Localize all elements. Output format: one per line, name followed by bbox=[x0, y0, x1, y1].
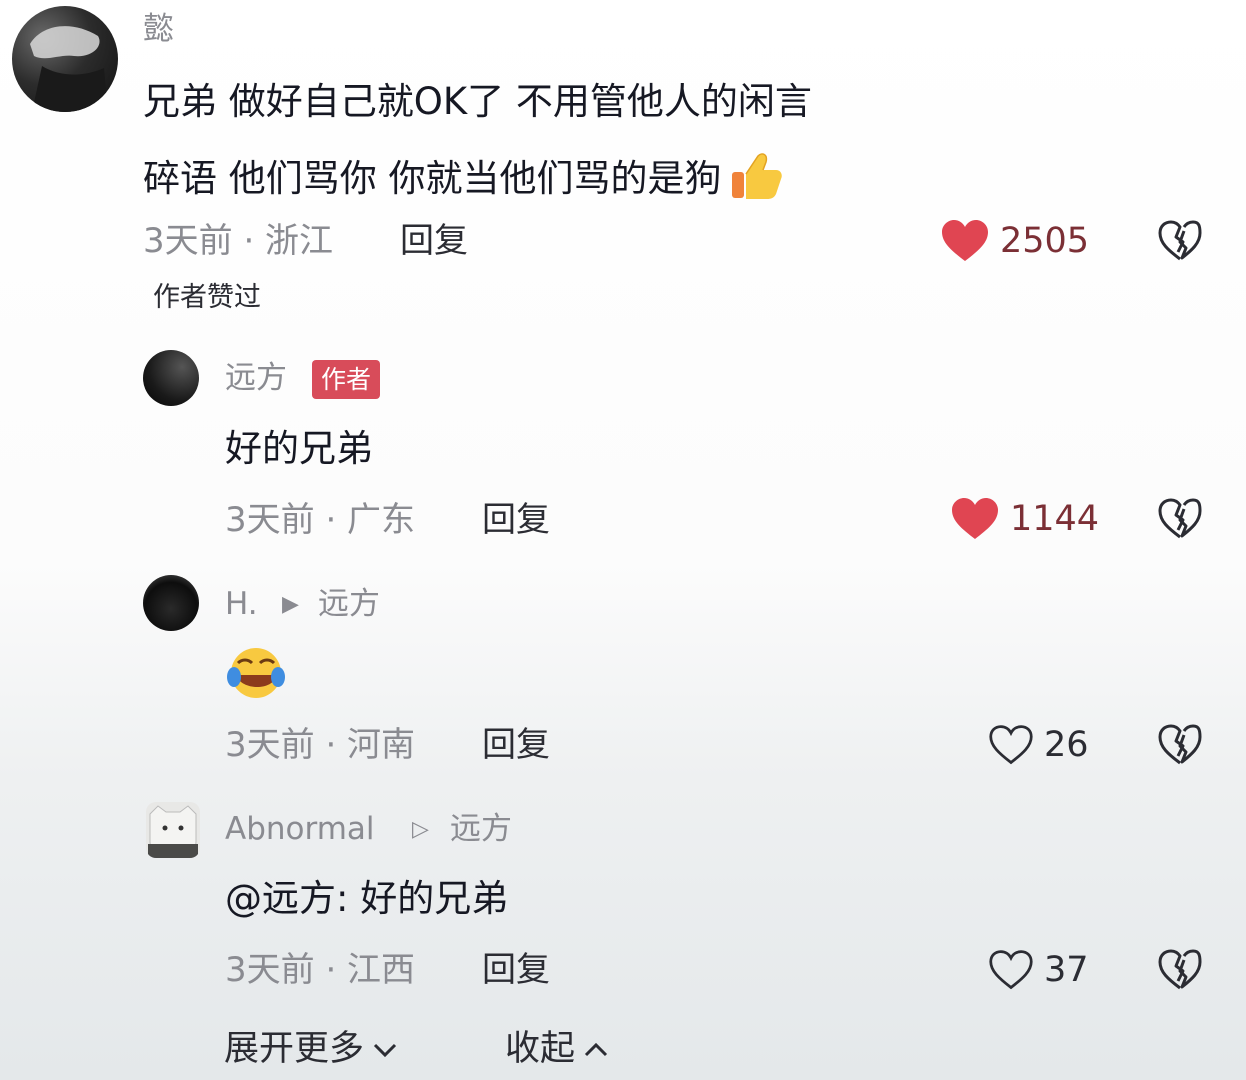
reply-button[interactable]: 回复 bbox=[482, 953, 550, 987]
reply-meta: 3天前 · 河南 bbox=[225, 725, 416, 765]
avatar[interactable] bbox=[12, 6, 118, 112]
avatar[interactable] bbox=[146, 802, 200, 858]
collapse-label: 收起 bbox=[505, 1029, 576, 1069]
comment-text: 兄弟 做好自己就OK了 不用管他人的闲言 bbox=[143, 80, 812, 123]
expand-more-button[interactable]: 展开更多 bbox=[224, 1032, 398, 1067]
thumbs-up-icon bbox=[728, 150, 784, 206]
like-count: 1144 bbox=[1010, 498, 1100, 539]
heart-filled-icon bbox=[952, 498, 998, 539]
reply-to-arrow-icon: ▷ bbox=[412, 817, 429, 842]
heart-outline-icon bbox=[989, 950, 1033, 990]
avatar[interactable] bbox=[143, 350, 199, 406]
reply-to-username[interactable]: 远方 bbox=[450, 814, 512, 845]
heart-filled-icon bbox=[942, 220, 988, 261]
avatar-image bbox=[30, 26, 108, 112]
like-button[interactable]: 26 bbox=[988, 723, 1089, 767]
dislike-icon[interactable] bbox=[1157, 722, 1203, 768]
reply-button[interactable]: 回复 bbox=[482, 728, 550, 762]
reply-text: @远方: 好的兄弟 bbox=[225, 877, 509, 920]
reply-username[interactable]: H. bbox=[225, 589, 258, 620]
reply-username[interactable]: 远方 bbox=[225, 363, 287, 394]
chevron-up-icon bbox=[584, 1042, 608, 1056]
reply-button[interactable]: 回复 bbox=[400, 224, 468, 258]
chevron-down-icon bbox=[373, 1043, 397, 1057]
reply-to-username[interactable]: 远方 bbox=[318, 589, 380, 620]
heart-outline-icon bbox=[989, 725, 1033, 765]
like-count: 26 bbox=[1044, 724, 1089, 765]
avatar-image bbox=[148, 805, 198, 858]
reply-text: 好的兄弟 bbox=[225, 427, 373, 470]
reply-meta: 3天前 · 江西 bbox=[225, 950, 416, 990]
comment-username[interactable]: 懿 bbox=[143, 14, 174, 45]
dislike-icon[interactable] bbox=[1157, 496, 1203, 542]
laughing-crying-emoji-icon bbox=[226, 645, 286, 705]
dislike-icon[interactable] bbox=[1157, 218, 1203, 264]
avatar[interactable] bbox=[143, 575, 199, 631]
reply-meta: 3天前 · 广东 bbox=[225, 500, 416, 540]
author-badge: 作者 bbox=[312, 360, 381, 399]
like-button[interactable]: 2505 bbox=[940, 219, 1089, 263]
dislike-icon[interactable] bbox=[1157, 947, 1203, 993]
comment-text: 碎语 他们骂你 你就当他们骂的是狗 bbox=[143, 156, 722, 200]
author-liked-label: 作者赞过 bbox=[153, 282, 261, 313]
like-count: 2505 bbox=[1000, 220, 1090, 261]
collapse-button[interactable]: 收起 bbox=[505, 1032, 609, 1067]
like-button[interactable]: 37 bbox=[988, 948, 1089, 992]
expand-more-label: 展开更多 bbox=[224, 1029, 365, 1069]
like-button[interactable]: 1144 bbox=[950, 497, 1099, 541]
reply-to-arrow-icon: ▶ bbox=[282, 592, 299, 617]
reply-button[interactable]: 回复 bbox=[482, 503, 550, 537]
like-count: 37 bbox=[1044, 949, 1089, 990]
comment-text-line2: 碎语 他们骂你 你就当他们骂的是狗 bbox=[143, 150, 784, 206]
reply-username[interactable]: Abnormal bbox=[225, 814, 375, 845]
comment-meta: 3天前 · 浙江 bbox=[143, 221, 334, 261]
